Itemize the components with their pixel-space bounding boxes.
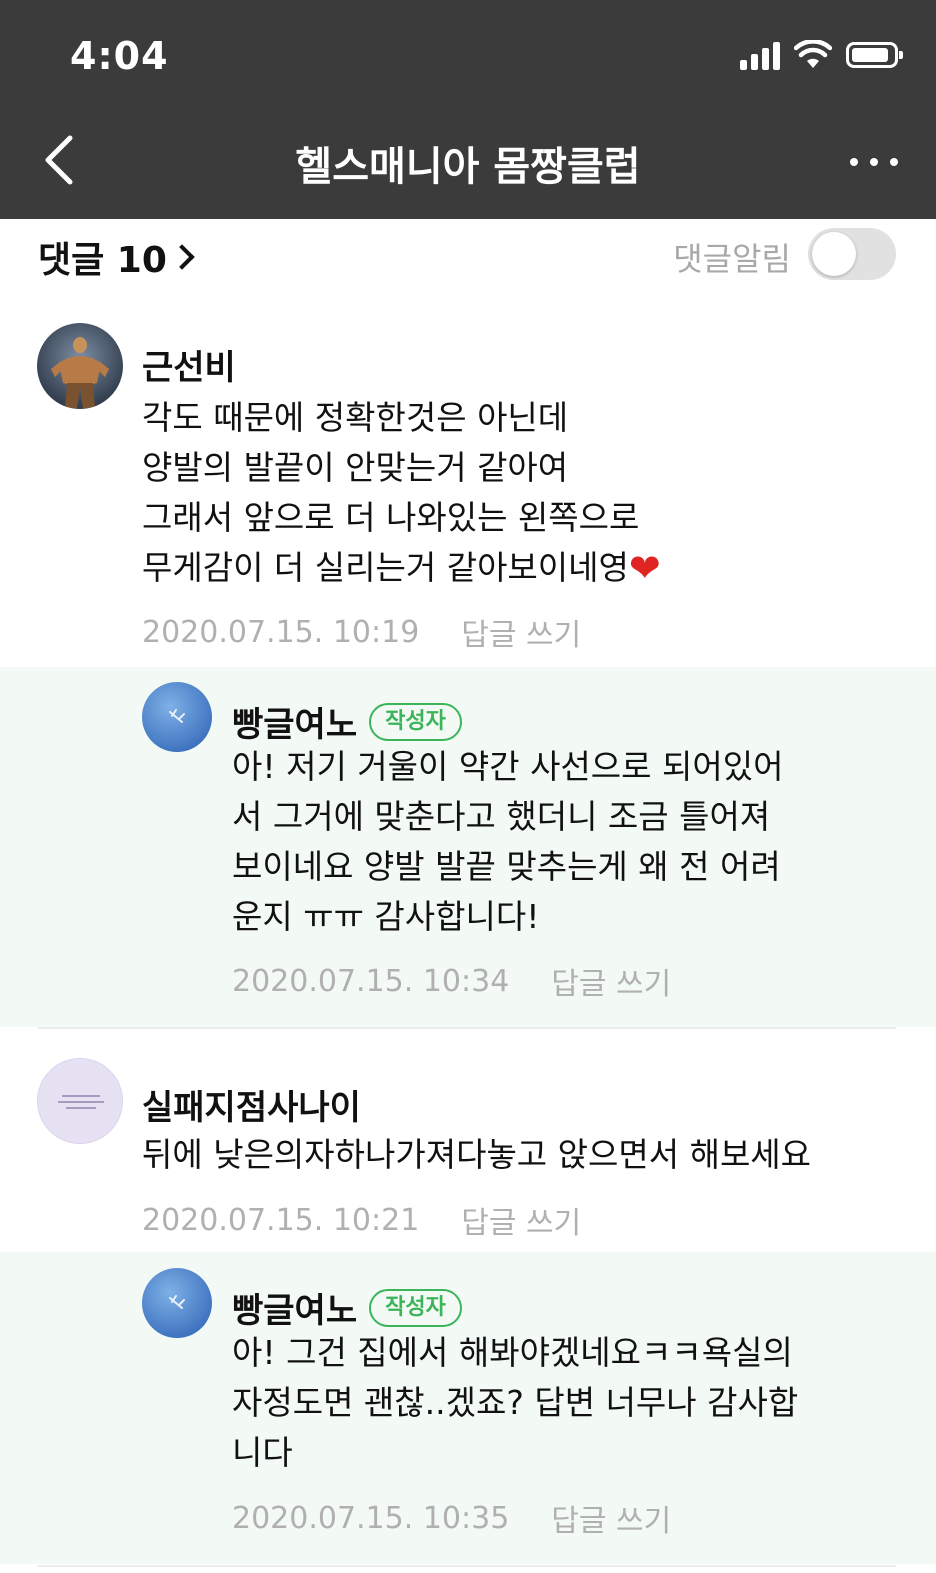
divider <box>38 1027 896 1029</box>
comment-line: 양발의 발끝이 안맞는거 같아여 <box>142 448 569 487</box>
comment-count-link[interactable]: 댓글 10 <box>38 231 195 283</box>
comment-line: 아! 저기 거울이 약간 사선으로 되어있어 <box>232 747 784 786</box>
comment-meta: 2020.07.15. 10:21 답글 쓰기 <box>142 1198 581 1242</box>
comment-author[interactable]: 근선비 <box>142 340 236 389</box>
reply-button[interactable]: 답글 쓰기 <box>461 610 581 654</box>
status-icons <box>740 40 903 70</box>
comment-author[interactable]: 실패지점사나이 <box>142 1080 361 1129</box>
comment-line: 각도 때문에 정확한것은 아닌데 <box>142 398 569 437</box>
comment-author-line: 실패지점사나이 <box>142 1080 361 1129</box>
comment-meta: 2020.07.15. 10:34 답글 쓰기 <box>232 959 671 1003</box>
comment-author-line: 빵글여노 작성자 <box>232 1283 462 1332</box>
comment-count-label: 댓글 10 <box>38 240 167 281</box>
comment-meta: 2020.07.15. 10:19 답글 쓰기 <box>142 610 581 654</box>
comment-line: 보이네요 양발 발끝 맞추는게 왜 전 어려 <box>232 847 781 886</box>
comment-line: 서 그거에 맞춘다고 했더니 조금 틀어져 <box>232 797 771 836</box>
comment-author[interactable]: 빵글여노 <box>232 697 357 746</box>
wifi-icon <box>794 40 832 68</box>
avatar[interactable] <box>142 1268 212 1338</box>
avatar[interactable] <box>142 682 212 752</box>
divider <box>38 1565 896 1567</box>
comments-header: 댓글 10 댓글알림 <box>0 219 936 289</box>
more-options-button[interactable] <box>850 152 898 172</box>
reply-button[interactable]: 답글 쓰기 <box>551 959 671 1003</box>
author-badge: 작성자 <box>369 1288 462 1327</box>
comment-line: 아! 그건 집에서 해봐야겠네요ㅋㅋ욕실의 <box>232 1333 793 1372</box>
more-horizontal-icon <box>850 158 858 166</box>
comment-meta: 2020.07.15. 10:35 답글 쓰기 <box>232 1496 671 1540</box>
comment-author[interactable]: 빵글여노 <box>232 1283 357 1332</box>
app-header: 4:04 헬스매니아 몸짱클럽 <box>0 0 936 219</box>
comment-text: 뒤에 낮은의자하나가져다놓고 앉으면서 해보세요 <box>142 1130 811 1180</box>
page-title: 헬스매니아 몸짱클럽 <box>295 144 641 190</box>
comment-date: 2020.07.15. 10:19 <box>142 614 420 650</box>
comment-line: 그래서 앞으로 더 나와있는 왼쪽으로 <box>142 498 640 537</box>
avatar-photo <box>142 1268 212 1338</box>
comment-author-line: 근선비 <box>142 340 236 389</box>
chevron-right-icon <box>169 244 195 270</box>
comment-notify-label: 댓글알림 <box>673 240 791 278</box>
comment-notify-toggle[interactable] <box>808 228 896 280</box>
avatar[interactable] <box>37 323 123 409</box>
comment-text: 아! 그건 집에서 해봐야겠네요ㅋㅋ욕실의 자정도면 괜찮..겠죠? 답변 너무… <box>232 1328 798 1478</box>
reply-button[interactable]: 답글 쓰기 <box>551 1496 671 1540</box>
avatar-photo <box>37 323 123 409</box>
comment-date: 2020.07.15. 10:34 <box>232 963 510 999</box>
comment-line: 무게감이 더 실리는거 같아보이네영 <box>142 548 629 587</box>
comment-line: 자정도면 괜찮..겠죠? 답변 너무나 감사합 <box>232 1383 799 1422</box>
comment-text: 아! 저기 거울이 약간 사선으로 되어있어 서 그거에 맞춘다고 했더니 조금… <box>232 742 783 942</box>
comment-text: 각도 때문에 정확한것은 아닌데 양발의 발끝이 안맞는거 같아여 그래서 앞으… <box>142 393 661 593</box>
author-badge: 작성자 <box>369 702 462 741</box>
avatar[interactable] <box>37 1058 123 1144</box>
comment-line: 니다 <box>232 1433 293 1472</box>
reply-item: 빵글여노 작성자 아! 그건 집에서 해봐야겠네요ㅋㅋ욕실의 자정도면 괜찮..… <box>0 1252 936 1564</box>
reply-button[interactable]: 답글 쓰기 <box>461 1198 581 1242</box>
avatar-photo <box>58 1095 104 1109</box>
status-time: 4:04 <box>70 34 169 78</box>
cellular-signal-icon <box>740 40 780 70</box>
comment-line: 뒤에 낮은의자하나가져다놓고 앉으면서 해보세요 <box>142 1135 812 1174</box>
comment-date: 2020.07.15. 10:35 <box>232 1500 510 1536</box>
toggle-knob <box>812 232 856 276</box>
reply-item: 빵글여노 작성자 아! 저기 거울이 약간 사선으로 되어있어 서 그거에 맞춘… <box>0 667 936 1027</box>
battery-icon <box>846 42 903 68</box>
comment-date: 2020.07.15. 10:21 <box>142 1202 420 1238</box>
comment-line: 운지 ㅠㅠ 감사합니다! <box>232 897 540 936</box>
comment-item: 실패지점사나이 뒤에 낮은의자하나가져다놓고 앉으면서 해보세요 2020.07… <box>0 1030 936 1252</box>
avatar-photo <box>142 682 212 752</box>
comment-author-line: 빵글여노 작성자 <box>232 697 462 746</box>
heart-emoji: ❤ <box>628 546 661 590</box>
comment-item: 근선비 각도 때문에 정확한것은 아닌데 양발의 발끝이 안맞는거 같아여 그래… <box>0 300 936 667</box>
